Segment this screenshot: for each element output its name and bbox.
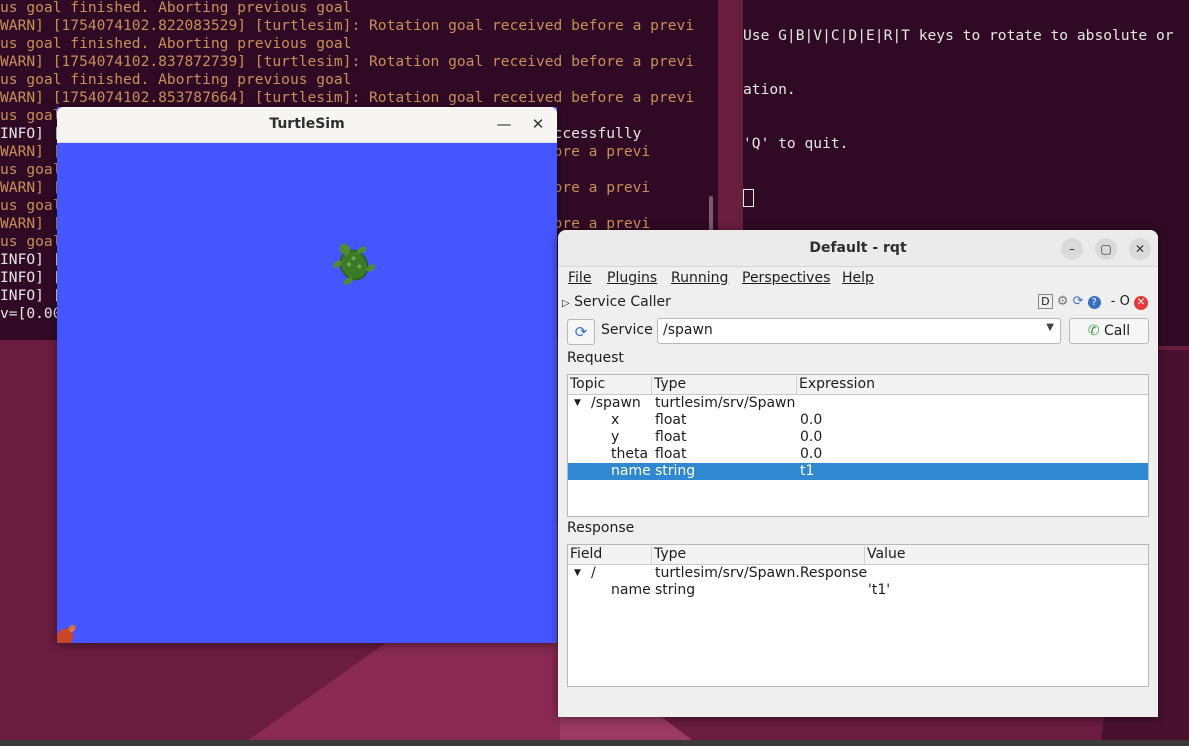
expand-arrow-icon[interactable]: ▼ <box>574 568 581 578</box>
terminal-line: us goal finished. Aborting previous goal <box>0 0 352 16</box>
help-icon[interactable]: ? <box>1087 296 1101 309</box>
cell: 0.0 <box>800 429 823 445</box>
service-row: ⟳ Service /spawn ▼ ✆ Call <box>567 318 1149 345</box>
close-plugin-icon[interactable]: ✕ <box>1134 296 1148 310</box>
turtlesim-window[interactable]: TurtleSim — ✕ <box>57 107 557 643</box>
column-header-type[interactable]: Type <box>652 546 865 564</box>
terminal-line: WARN] [1754074102.822083529] [turtlesim]… <box>0 17 695 34</box>
minimize-button[interactable]: — <box>494 114 514 134</box>
terminal-line: us goal finished. Aborting previous goal <box>0 71 352 88</box>
cell: name <box>611 463 651 479</box>
column-header-expression[interactable]: Expression <box>797 376 1149 394</box>
rqt-window[interactable]: Default - rqt – ▢ ✕ File Plugins Running… <box>558 230 1158 717</box>
cell: t1 <box>800 463 815 479</box>
response-tree[interactable]: Field Type Value ▼ / turtlesim/srv/Spawn.R… <box>567 544 1149 687</box>
menu-running[interactable]: Running <box>671 270 728 286</box>
cell: x <box>611 412 620 428</box>
phone-icon: ✆ <box>1087 323 1100 339</box>
request-tree[interactable]: Topic Type Expression ▼ /spawn turtlesim/s… <box>567 374 1149 517</box>
cell: y <box>611 429 620 445</box>
plugin-header[interactable]: ▷ Service Caller <box>562 294 671 310</box>
tree-row[interactable]: theta float 0.0 <box>568 446 1148 463</box>
gear-icon[interactable]: ⚙ <box>1057 294 1069 309</box>
service-select[interactable]: /spawn ▼ <box>657 318 1061 344</box>
cell: /spawn <box>591 395 641 411</box>
tree-row[interactable]: x float 0.0 <box>568 412 1148 429</box>
cell: 0.0 <box>800 446 823 462</box>
turtlesim-canvas <box>57 143 557 643</box>
rqt-titlebar[interactable]: Default - rqt – ▢ ✕ <box>558 230 1158 267</box>
menu-help[interactable]: Help <box>842 270 874 286</box>
refresh-button[interactable]: ⟳ <box>567 319 595 345</box>
maximize-button[interactable]: ▢ <box>1095 238 1117 260</box>
cell: float <box>655 412 687 428</box>
dock-icon[interactable]: D <box>1038 294 1053 309</box>
expand-icon[interactable]: ▷ <box>562 298 570 309</box>
plugin-title: Service Caller <box>574 294 671 310</box>
window-title: TurtleSim <box>269 116 345 132</box>
cell: float <box>655 429 687 445</box>
terminal-line: 'Q' to quit. <box>743 135 849 152</box>
minimize-button[interactable]: – <box>1061 238 1083 260</box>
expand-arrow-icon[interactable]: ▼ <box>574 398 581 408</box>
refresh-icon: ⟳ <box>574 323 588 341</box>
tree-row[interactable]: ▼ /spawn turtlesim/srv/Spawn <box>568 395 1148 412</box>
menu-plugins[interactable]: Plugins <box>607 270 657 286</box>
spawned-turtle-icon <box>57 624 76 643</box>
turtle-icon <box>332 243 376 285</box>
menu-bar: File Plugins Running Perspectives Help <box>558 267 1158 291</box>
terminal-line: us goal finished. Aborting previous goal <box>0 35 352 52</box>
column-header-type[interactable]: Type <box>652 376 797 394</box>
plugin-controls[interactable]: D ⚙ ⟳ ? - O ✕ <box>1038 294 1148 310</box>
cell: turtlesim/srv/Spawn.Response <box>655 565 868 581</box>
call-button[interactable]: ✆ Call <box>1069 318 1149 344</box>
cell: 0.0 <box>800 412 823 428</box>
service-value: /spawn <box>663 322 713 338</box>
terminal-line: WARN] [1754074102.837872739] [turtlesim]… <box>0 53 695 70</box>
response-label: Response <box>567 520 635 536</box>
float-plugin-icon[interactable]: O <box>1120 294 1130 309</box>
close-button[interactable]: ✕ <box>528 114 548 134</box>
terminal-line: ation. <box>743 81 796 98</box>
turtlesim-titlebar[interactable]: TurtleSim — ✕ <box>57 107 557 143</box>
request-label: Request <box>567 350 624 366</box>
cell: string <box>655 582 696 598</box>
chevron-down-icon: ▼ <box>1046 322 1054 333</box>
service-label: Service <box>601 322 653 338</box>
tree-row[interactable]: name string 't1' <box>568 582 1148 599</box>
tree-row[interactable]: ▼ / turtlesim/srv/Spawn.Response <box>568 565 1148 582</box>
cell: 't1' <box>868 582 891 598</box>
terminal-line: WARN] [1754074102.853787664] [turtlesim]… <box>0 89 695 106</box>
column-header-topic[interactable]: Topic <box>568 376 652 394</box>
reload-icon[interactable]: ⟳ <box>1073 294 1084 309</box>
cell: string <box>655 463 696 479</box>
cell: float <box>655 446 687 462</box>
cell: turtlesim/srv/Spawn <box>655 395 796 411</box>
menu-perspectives[interactable]: Perspectives <box>742 270 830 286</box>
response-tree-header: Field Type Value <box>568 545 1148 565</box>
cell: theta <box>611 446 649 462</box>
column-header-value[interactable]: Value <box>865 546 1149 564</box>
cell: name <box>611 582 651 598</box>
close-button[interactable]: ✕ <box>1129 238 1151 260</box>
minimize-plugin-icon[interactable]: - <box>1111 294 1116 309</box>
terminal-line: Use G|B|V|C|D|E|R|T keys to rotate to ab… <box>743 27 1174 44</box>
call-label: Call <box>1104 323 1131 339</box>
cell: / <box>591 565 596 581</box>
turtle-drawing <box>57 243 376 643</box>
column-header-field[interactable]: Field <box>568 546 652 564</box>
terminal-cursor <box>743 189 1189 207</box>
menu-file[interactable]: File <box>568 270 591 286</box>
request-tree-header: Topic Type Expression <box>568 375 1148 395</box>
tree-row[interactable]: y float 0.0 <box>568 429 1148 446</box>
tree-row[interactable]: name string t1 <box>568 463 1148 480</box>
